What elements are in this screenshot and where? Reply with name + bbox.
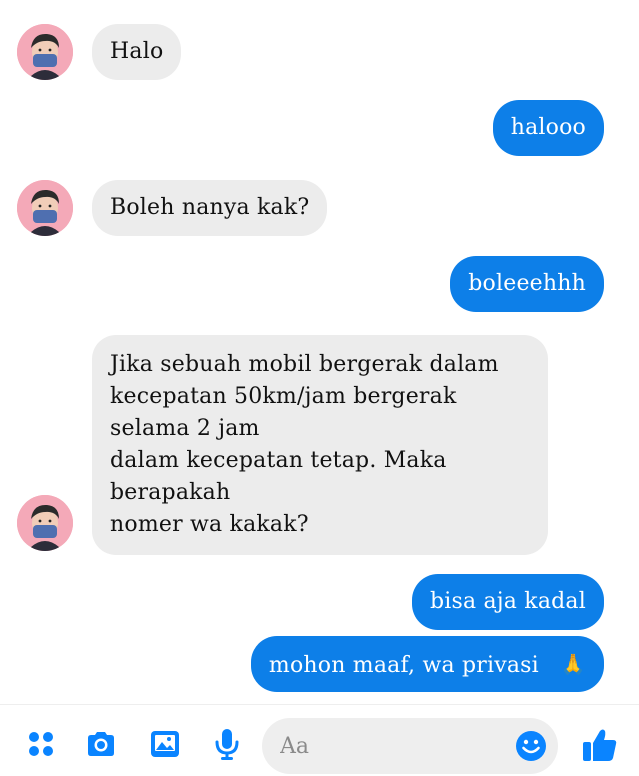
message-row: halooo xyxy=(0,100,639,160)
message-composer xyxy=(0,704,639,776)
message-bubble-incoming[interactable]: Halo xyxy=(92,24,182,80)
thumbs-up-icon[interactable] xyxy=(580,725,620,765)
message-bubble-outgoing[interactable]: bisa aja kadal xyxy=(411,574,604,630)
message-row: Jika sebuah mobil bergerak dalam kecepat… xyxy=(0,335,639,557)
message-row: boleeehhh xyxy=(0,256,639,316)
contact-avatar[interactable] xyxy=(17,180,73,236)
message-bubble-outgoing[interactable]: boleeehhh xyxy=(450,256,604,312)
message-text: mohon maaf, wa privasi xyxy=(268,653,539,678)
message-bubble-incoming[interactable]: Boleh nanya kak? xyxy=(92,180,328,236)
emoji-icon[interactable] xyxy=(514,729,548,763)
camera-icon[interactable] xyxy=(84,727,118,761)
message-input[interactable] xyxy=(280,728,510,764)
contact-avatar[interactable] xyxy=(17,495,73,551)
folded-hands-emoji: 🙏 xyxy=(560,652,586,676)
message-bubble-incoming[interactable]: Jika sebuah mobil bergerak dalam kecepat… xyxy=(92,335,548,555)
contact-avatar[interactable] xyxy=(17,24,73,80)
message-row: Halo xyxy=(0,22,639,82)
message-bubble-outgoing[interactable]: mohon maaf, wa privasi 🙏 xyxy=(250,636,604,692)
microphone-icon[interactable] xyxy=(210,727,244,761)
chat-thread: Halo halooo Boleh nanya kak? boleeehhh J… xyxy=(0,0,639,700)
menu-dots-icon[interactable] xyxy=(24,727,58,761)
message-row: Boleh nanya kak? xyxy=(0,178,639,238)
message-input-container xyxy=(262,718,558,774)
message-row: mohon maaf, wa privasi 🙏 xyxy=(0,636,639,694)
message-bubble-outgoing[interactable]: halooo xyxy=(492,100,604,156)
image-icon[interactable] xyxy=(148,727,182,761)
message-row: bisa aja kadal xyxy=(0,574,639,632)
